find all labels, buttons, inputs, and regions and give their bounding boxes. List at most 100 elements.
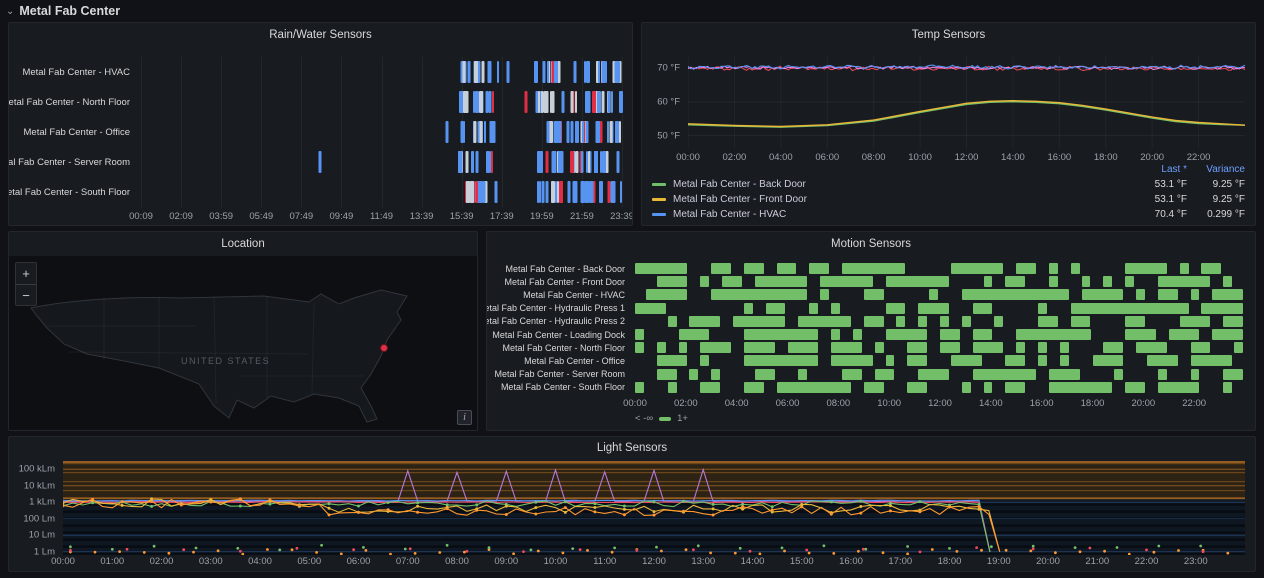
temp-panel-title[interactable]: Temp Sensors	[642, 23, 1255, 47]
motion-row-track[interactable]	[635, 341, 1245, 354]
motion-block	[1180, 316, 1211, 327]
map-country-label: UNITED STATES	[181, 356, 270, 366]
motion-row-track[interactable]	[635, 288, 1245, 301]
temp-legend-variance-value: 9.25 °F	[1187, 194, 1245, 205]
motion-row-track[interactable]	[635, 275, 1245, 288]
temp-legend-row[interactable]: Metal Fab Center - HVAC70.4 °F0.299 °F	[652, 207, 1245, 222]
light-x-tick-label: 00:00	[51, 556, 75, 567]
motion-block	[820, 289, 829, 300]
motion-block	[1005, 382, 1025, 393]
rain-mark	[611, 91, 613, 113]
motion-row-track[interactable]	[635, 315, 1245, 328]
motion-block	[744, 355, 818, 366]
motion-block	[1016, 263, 1036, 274]
light-x-tick-label: 08:00	[445, 556, 469, 567]
motion-row-track[interactable]	[635, 354, 1245, 367]
motion-block	[918, 316, 927, 327]
rain-mark	[463, 91, 466, 113]
temp-legend-row[interactable]: Metal Fab Center - Front Door53.1 °F9.25…	[652, 192, 1245, 207]
motion-legend-max-label[interactable]: 1+	[677, 413, 688, 424]
motion-row-track[interactable]	[635, 328, 1245, 341]
rain-mark	[486, 151, 490, 173]
map-location-marker[interactable]	[380, 344, 388, 352]
rain-row-track[interactable]	[141, 147, 622, 177]
light-panel-title[interactable]: Light Sensors	[9, 437, 1255, 459]
map-attribution-button[interactable]: i	[457, 410, 472, 425]
chevron-down-icon[interactable]: ⌄	[6, 6, 14, 17]
motion-block	[1223, 382, 1232, 393]
temp-legend-row[interactable]: Metal Fab Center - Back Door53.1 °F9.25 …	[652, 177, 1245, 192]
light-x-tick-label: 19:00	[987, 556, 1011, 567]
motion-x-tick-label: 16:00	[1030, 398, 1054, 409]
motion-block	[1191, 342, 1211, 353]
temp-legend-sort-last[interactable]: Last *	[1113, 164, 1187, 175]
rain-mark	[467, 61, 470, 83]
rain-row-track[interactable]	[141, 117, 622, 147]
rain-mark	[524, 91, 527, 113]
motion-block	[1005, 276, 1025, 287]
temp-plot-area[interactable]	[688, 55, 1245, 149]
dashboard-row-title[interactable]: Metal Fab Center	[19, 4, 120, 18]
rain-row-track[interactable]	[141, 87, 622, 117]
motion-block	[744, 263, 764, 274]
motion-row-label: Metal Fab Center - South Floor	[487, 381, 631, 394]
rain-x-tick-label: 23:39	[610, 211, 633, 222]
motion-row-label: Metal Fab Center - North Floor	[487, 341, 631, 354]
motion-row-track[interactable]	[635, 368, 1245, 381]
motion-block	[1038, 355, 1047, 366]
motion-block	[842, 263, 905, 274]
geomap[interactable]: + − UNITED STATES i	[9, 256, 477, 430]
motion-block	[1158, 289, 1178, 300]
rain-mark	[598, 121, 600, 143]
dashboard-row-header[interactable]: ⌄ Metal Fab Center	[6, 2, 120, 20]
map-zoom-in-button[interactable]: +	[16, 263, 36, 284]
rain-plot-area[interactable]	[141, 57, 622, 207]
rain-mark	[582, 121, 584, 143]
temp-legend-variance-value: 9.25 °F	[1187, 179, 1245, 190]
temp-legend-series-name: Metal Fab Center - HVAC	[673, 209, 1113, 220]
motion-block	[744, 303, 753, 314]
motion-block	[1071, 303, 1189, 314]
motion-plot-area[interactable]	[635, 262, 1245, 394]
motion-row-track[interactable]	[635, 302, 1245, 315]
rain-mark	[497, 61, 499, 83]
rain-mark	[539, 181, 541, 203]
motion-block	[711, 289, 807, 300]
rain-panel-title[interactable]: Rain/Water Sensors	[9, 23, 632, 47]
temp-legend-sort-variance[interactable]: Variance	[1187, 164, 1245, 175]
motion-row-track[interactable]	[635, 381, 1245, 394]
rain-mark	[609, 121, 612, 143]
motion-block	[864, 316, 884, 327]
motion-block	[918, 303, 949, 314]
rain-mark	[534, 61, 538, 83]
rain-x-tick-label: 11:49	[370, 211, 393, 222]
motion-block	[798, 369, 807, 380]
rain-mark	[476, 181, 478, 203]
motion-block	[831, 329, 840, 340]
rain-mark	[589, 181, 591, 203]
location-panel-title[interactable]: Location	[9, 232, 477, 256]
motion-panel-title[interactable]: Motion Sensors	[487, 232, 1255, 256]
rain-mark	[506, 61, 509, 83]
motion-legend-min-label[interactable]: < -∞	[635, 413, 653, 424]
motion-row-track[interactable]	[635, 262, 1245, 275]
motion-block	[1212, 329, 1243, 340]
motion-block	[744, 342, 775, 353]
rain-mark	[542, 61, 545, 83]
rain-mark	[491, 151, 493, 173]
motion-block	[700, 276, 709, 287]
motion-block	[1038, 342, 1047, 353]
rain-mark	[462, 61, 465, 83]
map-zoom-out-button[interactable]: −	[16, 284, 36, 305]
rain-row-track[interactable]	[141, 177, 622, 207]
motion-block	[886, 329, 928, 340]
rain-row-track[interactable]	[141, 57, 622, 87]
motion-block	[907, 342, 927, 353]
rain-mark	[598, 61, 600, 83]
light-plot-area[interactable]	[63, 461, 1245, 555]
temp-y-tick-label: 50 °F	[657, 130, 680, 141]
motion-block	[755, 369, 775, 380]
motion-row-label: Metal Fab Center - Server Room	[487, 368, 631, 381]
rain-x-tick-label: 07:49	[289, 211, 313, 222]
rain-row-label: Metal Fab Center - South Floor	[9, 177, 135, 207]
